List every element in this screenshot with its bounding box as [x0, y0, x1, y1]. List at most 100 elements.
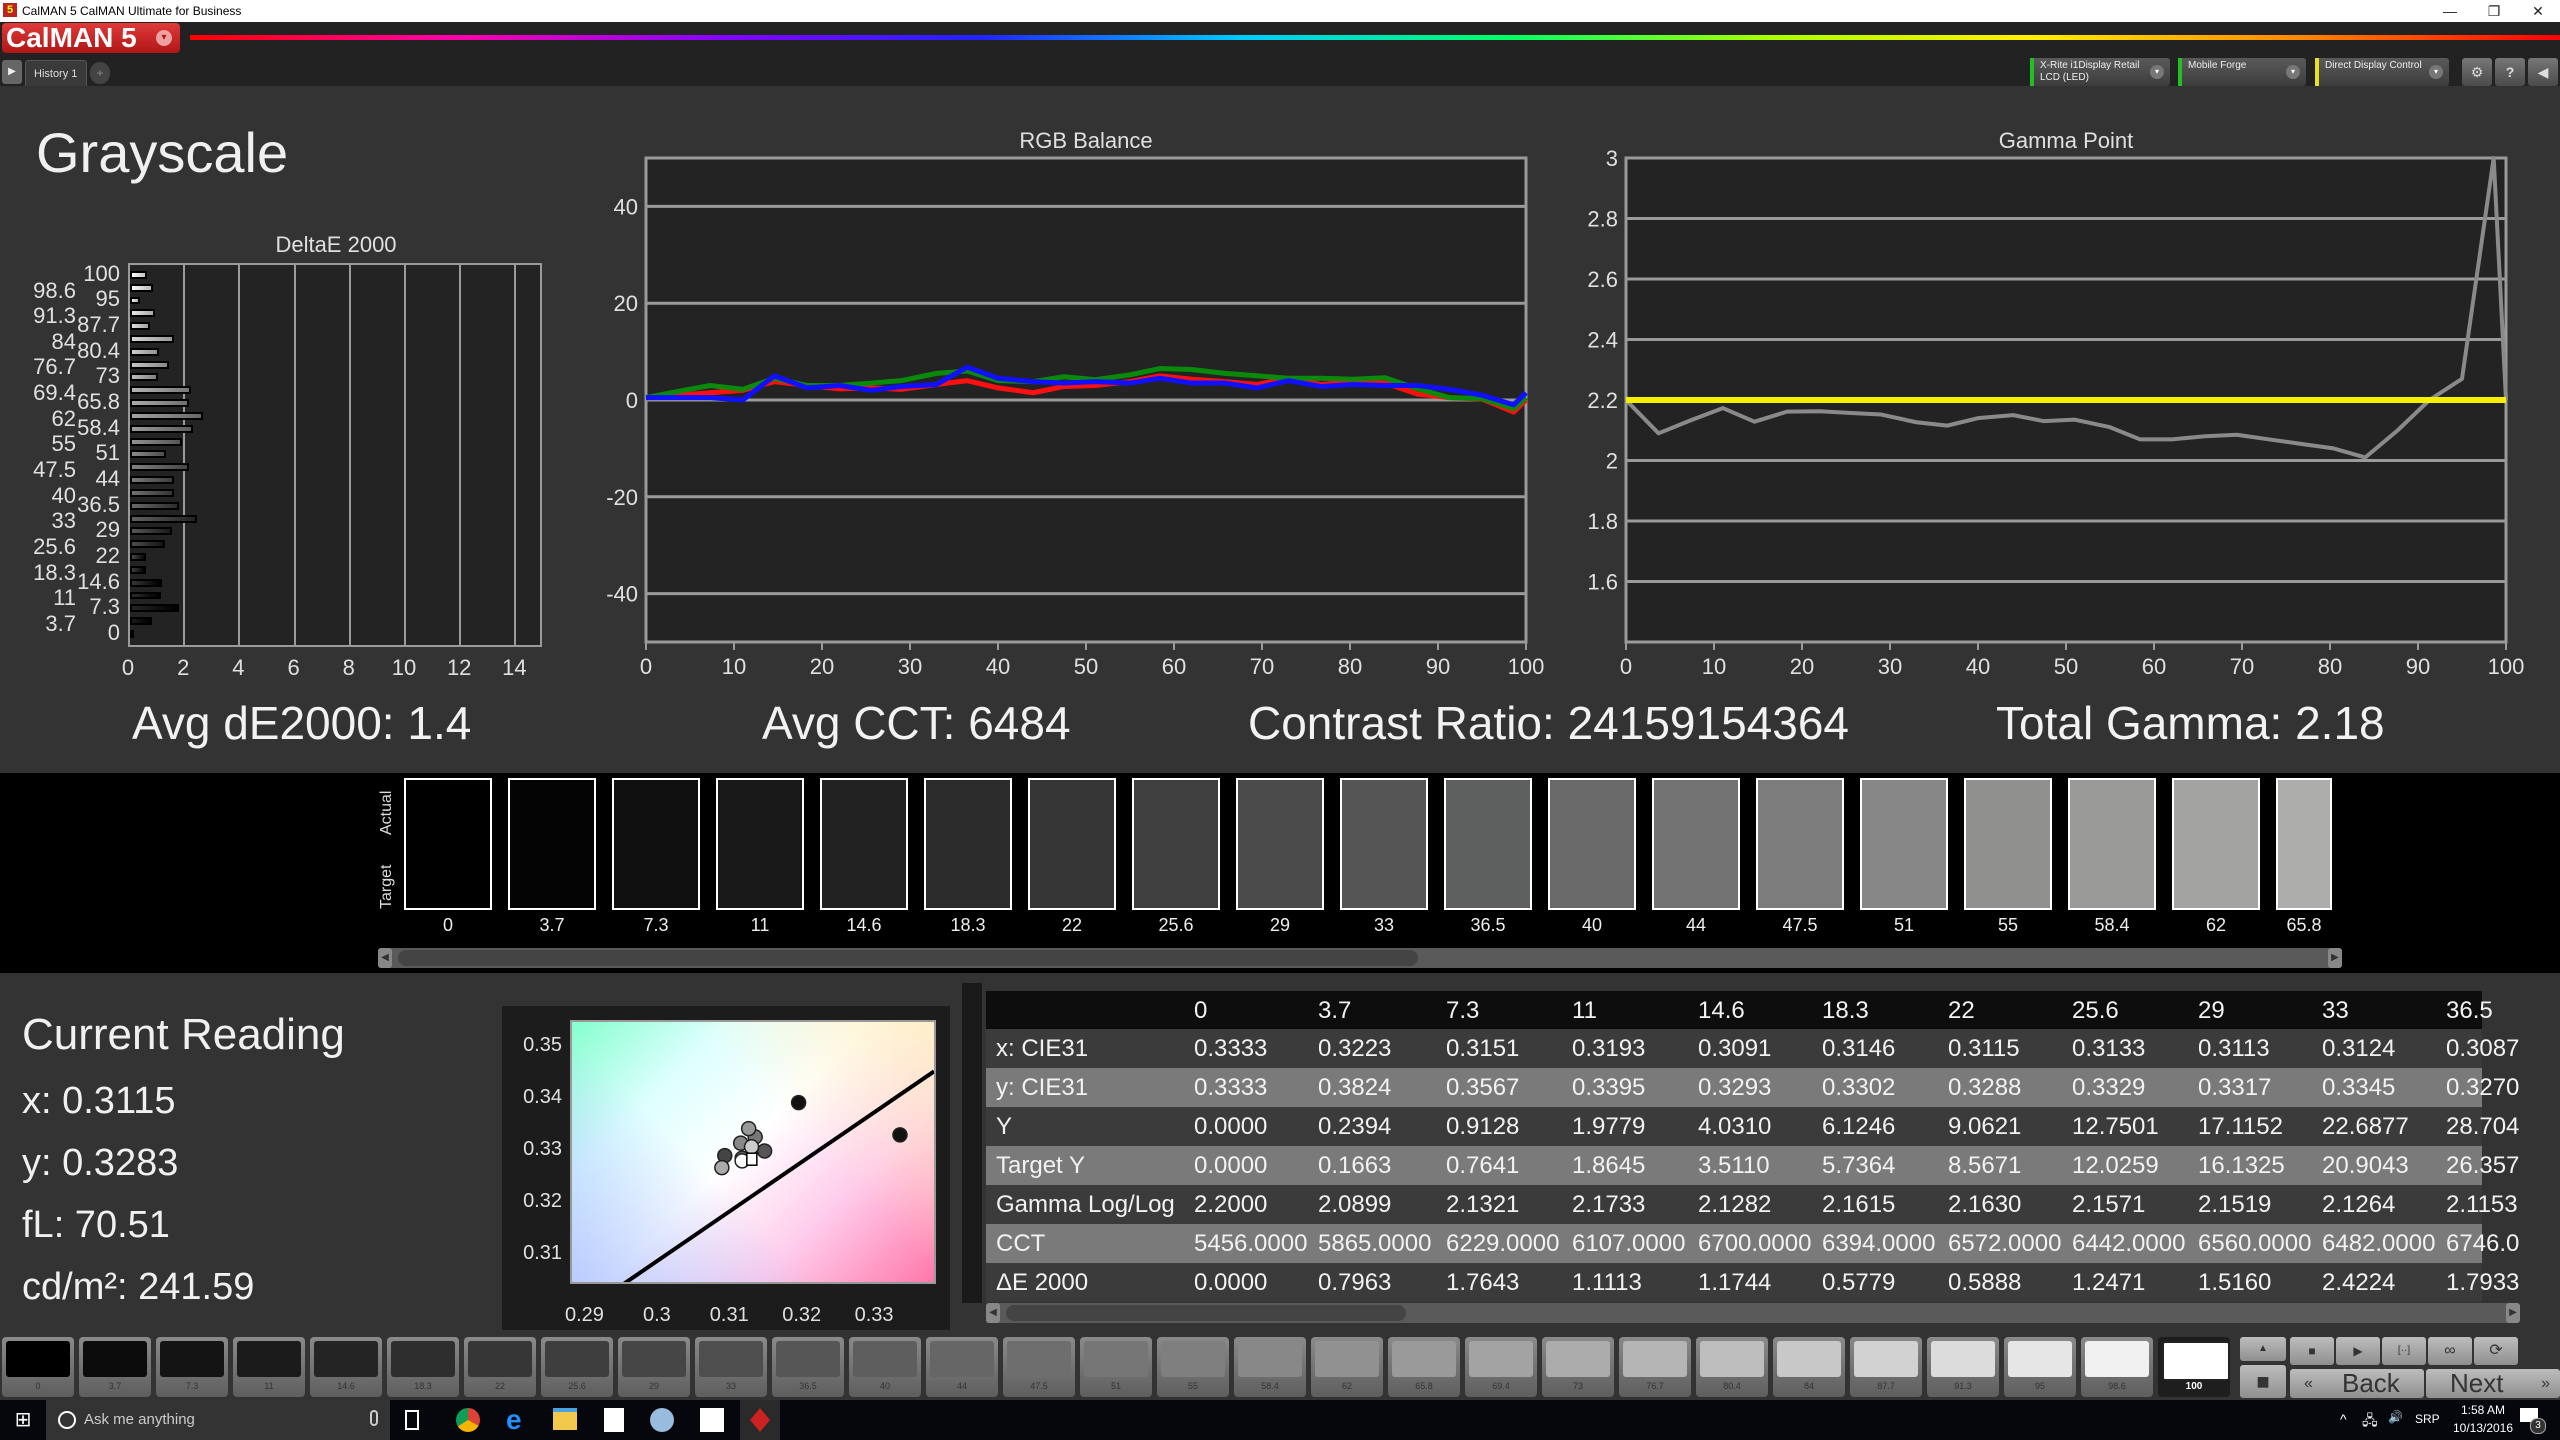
- column-header[interactable]: 3.7: [1318, 991, 1351, 1030]
- photos-icon[interactable]: [700, 1408, 724, 1432]
- column-header[interactable]: 14.6: [1698, 991, 1745, 1030]
- scroll-right-button[interactable]: ▶: [2506, 1303, 2520, 1323]
- grayscale-swatch[interactable]: [820, 778, 908, 910]
- grayscale-swatch[interactable]: [2276, 778, 2332, 910]
- patch-button[interactable]: 62: [1311, 1337, 1383, 1397]
- grayscale-swatch[interactable]: [1964, 778, 2052, 910]
- patch-button[interactable]: 80.4: [1696, 1337, 1768, 1397]
- grayscale-swatch[interactable]: [924, 778, 1012, 910]
- column-header[interactable]: 25.6: [2072, 991, 2119, 1030]
- grayscale-swatch[interactable]: [1132, 778, 1220, 910]
- patch-button[interactable]: 76.7: [1619, 1337, 1691, 1397]
- patch-button[interactable]: 22: [464, 1337, 536, 1397]
- patch-button[interactable]: 25.6: [541, 1337, 613, 1397]
- grayscale-swatch[interactable]: [612, 778, 700, 910]
- patch-label: 0: [35, 1381, 41, 1391]
- scroll-left-button[interactable]: ◀: [378, 948, 392, 968]
- grayscale-swatch[interactable]: [2172, 778, 2260, 910]
- scroll-left-button[interactable]: ◀: [986, 1303, 1000, 1323]
- patch-button[interactable]: 58.4: [1234, 1337, 1306, 1397]
- patch-button[interactable]: 73: [1542, 1337, 1614, 1397]
- patch-button[interactable]: 3.7: [79, 1337, 151, 1397]
- next-button[interactable]: Next »: [2426, 1369, 2560, 1398]
- refresh-button[interactable]: ⟳: [2474, 1337, 2518, 1365]
- patch-button[interactable]: 55: [1157, 1337, 1229, 1397]
- column-header[interactable]: 0: [1194, 991, 1207, 1030]
- scroll-thumb[interactable]: [1006, 1305, 1406, 1321]
- back-button[interactable]: « Back: [2290, 1369, 2424, 1398]
- patch-button[interactable]: 44: [926, 1337, 998, 1397]
- patch-button[interactable]: 65.8: [1388, 1337, 1460, 1397]
- task-view-icon[interactable]: [405, 1410, 419, 1430]
- clock-date[interactable]: 10/13/2016: [2448, 1421, 2518, 1435]
- store-icon[interactable]: [604, 1408, 624, 1432]
- scroll-right-button[interactable]: ▶: [2328, 948, 2342, 968]
- range-button[interactable]: [··]: [2382, 1337, 2426, 1365]
- grayscale-swatch[interactable]: [1028, 778, 1116, 910]
- patch-button[interactable]: 11: [233, 1337, 305, 1397]
- scroll-up-button[interactable]: ▲: [2240, 1337, 2286, 1361]
- table-cell: 2.1733: [1572, 1191, 1646, 1218]
- grayscale-swatch[interactable]: [716, 778, 804, 910]
- column-header[interactable]: 7.3: [1446, 991, 1479, 1030]
- edge-icon[interactable]: e: [506, 1404, 522, 1436]
- microphone-icon[interactable]: [370, 1410, 378, 1426]
- patch-button[interactable]: 98.6: [2081, 1337, 2153, 1397]
- patch-button[interactable]: 29: [618, 1337, 690, 1397]
- play-button[interactable]: ▶: [2336, 1337, 2380, 1365]
- grayscale-swatch[interactable]: [1236, 778, 1324, 910]
- start-button[interactable]: ⊞: [0, 1400, 46, 1440]
- chrome-icon[interactable]: [456, 1408, 480, 1432]
- search-box[interactable]: Ask me anything: [46, 1400, 390, 1440]
- patch-button[interactable]: 87.7: [1850, 1337, 1922, 1397]
- column-header[interactable]: 11: [1572, 991, 1597, 1030]
- file-explorer-icon[interactable]: [553, 1408, 577, 1430]
- column-header[interactable]: 22: [1948, 991, 1975, 1030]
- cie-y-tick-label: 0.31: [523, 1242, 562, 1264]
- patch-button[interactable]: 36.5: [772, 1337, 844, 1397]
- table-row: Target Y 0.0000 0.1663 0.7641 1.8645 3.5110 5.…: [986, 1146, 2519, 1185]
- stop-button[interactable]: ■: [2290, 1337, 2334, 1365]
- patch-button[interactable]: 91.3: [1927, 1337, 1999, 1397]
- network-icon[interactable]: 🖧: [2362, 1410, 2378, 1434]
- patch-button[interactable]: 0: [2, 1337, 74, 1397]
- column-header[interactable]: 29: [2198, 991, 2225, 1030]
- grayscale-swatch[interactable]: [1652, 778, 1740, 910]
- grayscale-swatch[interactable]: [2068, 778, 2156, 910]
- patch-button[interactable]: 69.4: [1465, 1337, 1537, 1397]
- loop-button[interactable]: ∞: [2428, 1337, 2472, 1365]
- grayscale-swatch[interactable]: [508, 778, 596, 910]
- patch-button[interactable]: 51: [1080, 1337, 1152, 1397]
- swatch-label: 62: [2205, 915, 2227, 935]
- patch-button[interactable]: 100: [2158, 1337, 2230, 1397]
- patch-button[interactable]: 18.3: [387, 1337, 459, 1397]
- patch-button[interactable]: 47.5: [1003, 1337, 1075, 1397]
- action-center-button[interactable]: 3: [2520, 1406, 2548, 1434]
- paint-icon[interactable]: [650, 1408, 674, 1432]
- grayscale-swatch[interactable]: [1756, 778, 1844, 910]
- column-header[interactable]: 18.3: [1822, 991, 1869, 1030]
- grayscale-swatch[interactable]: [404, 778, 492, 910]
- clock-time[interactable]: 1:58 AM: [2448, 1403, 2518, 1417]
- column-header[interactable]: 36.5: [2446, 991, 2493, 1030]
- calman-taskbar-icon[interactable]: [740, 1400, 780, 1440]
- grayscale-swatch[interactable]: [1444, 778, 1532, 910]
- stop-measure-toggle[interactable]: ■: [2240, 1365, 2286, 1398]
- column-header[interactable]: 33: [2322, 991, 2349, 1030]
- volume-icon[interactable]: 🔊: [2388, 1410, 2403, 1424]
- swatch-strip-scrollbar[interactable]: ◀ ▶: [378, 948, 2342, 968]
- grayscale-swatch[interactable]: [1340, 778, 1428, 910]
- patch-button[interactable]: 95: [2004, 1337, 2076, 1397]
- patch-button[interactable]: 7.3: [156, 1337, 228, 1397]
- patch-button[interactable]: 40: [849, 1337, 921, 1397]
- patch-button[interactable]: 33: [695, 1337, 767, 1397]
- language-indicator[interactable]: SRP: [2415, 1412, 2440, 1426]
- scroll-thumb[interactable]: [398, 950, 1418, 966]
- patch-button[interactable]: 84: [1773, 1337, 1845, 1397]
- table-scrollbar[interactable]: ◀ ▶: [986, 1303, 2520, 1323]
- patch-button[interactable]: 14.6: [310, 1337, 382, 1397]
- tray-chevron-icon[interactable]: ^: [2340, 1411, 2347, 1427]
- grayscale-swatch[interactable]: [1860, 778, 1948, 910]
- grayscale-swatch[interactable]: [1548, 778, 1636, 910]
- patch-selector-bar: 0 3.7 7.3 11 14.6 18.3 22 25.6 29 33 36.5 40 44 47.5 5…: [0, 1335, 2560, 1400]
